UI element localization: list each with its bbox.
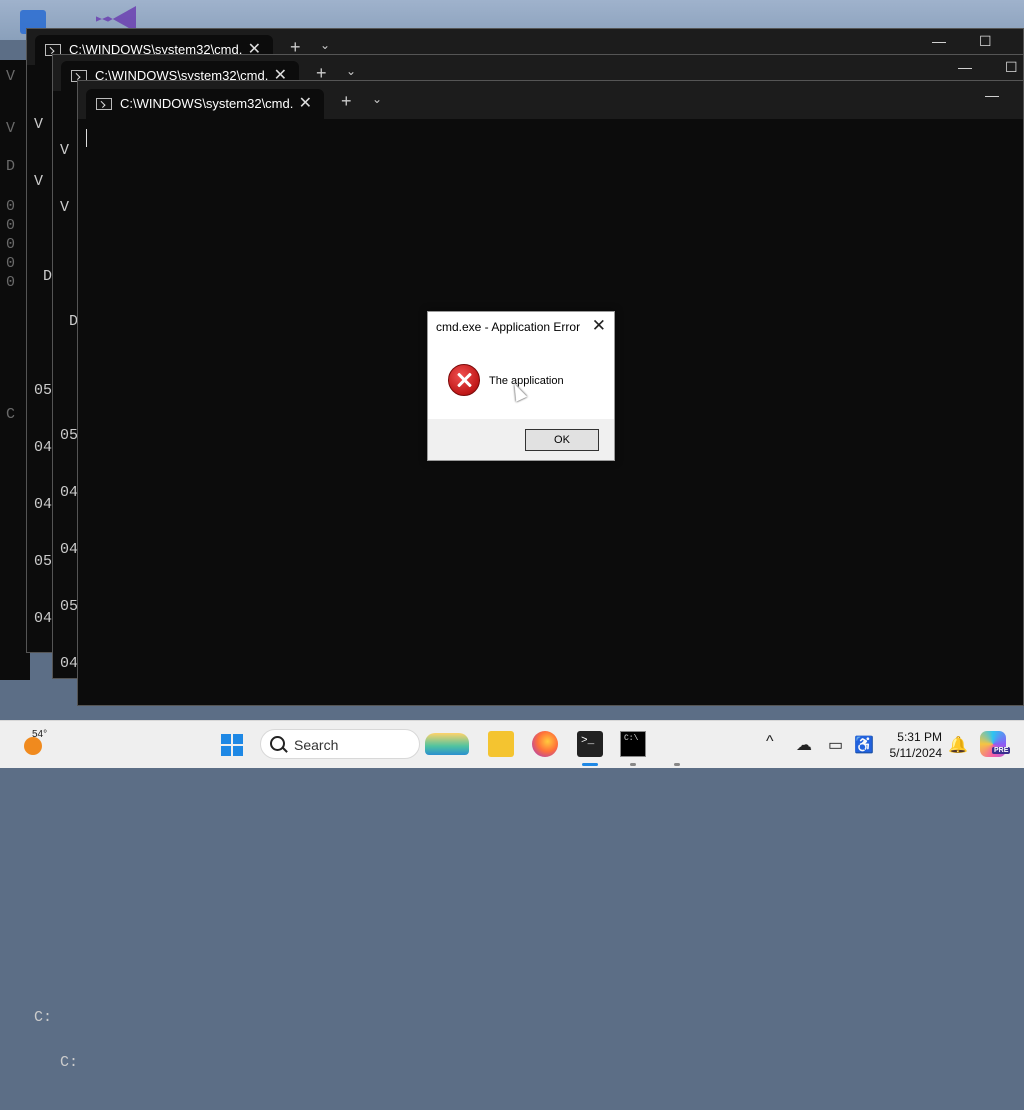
clock-time[interactable]: 5:31 PM xyxy=(882,730,942,744)
minimize-button[interactable]: — xyxy=(958,59,972,75)
terminal-tab[interactable]: C:\WINDOWS\system32\cmd. ✕ xyxy=(86,89,324,119)
start-icon[interactable] xyxy=(221,734,243,756)
search-input[interactable]: Search xyxy=(260,729,420,759)
chevron-down-icon[interactable]: ⌄ xyxy=(320,38,330,52)
new-tab-button[interactable]: + xyxy=(341,91,352,112)
taskbar: 54° Search ^ ☁ ▭ ♿ 5:31 PM 5/11/2024 🔔 P… xyxy=(0,720,1024,768)
minimize-button[interactable]: — xyxy=(985,87,999,103)
terminal-prompt: C: xyxy=(60,1054,79,1071)
strip-line: 0 xyxy=(6,198,16,215)
active-app-indicator xyxy=(582,763,598,766)
search-icon xyxy=(270,736,285,751)
strip-line: V xyxy=(6,120,16,137)
cmd-tab-icon xyxy=(96,98,112,110)
running-app-indicator xyxy=(674,763,680,766)
strip-line: 0 xyxy=(6,236,16,253)
error-message: The application xyxy=(489,375,564,387)
clock-date[interactable]: 5/11/2024 xyxy=(872,746,943,760)
minimize-button[interactable]: — xyxy=(932,33,946,49)
title-bar[interactable]: C:\WINDOWS\system32\cmd. ✕ + ⌄ — xyxy=(78,81,1023,119)
error-icon xyxy=(448,364,480,396)
file-explorer-icon[interactable] xyxy=(488,731,514,757)
chevron-up-icon[interactable]: ^ xyxy=(766,733,774,751)
maximize-button[interactable]: ☐ xyxy=(979,33,992,50)
strip-line: D xyxy=(6,158,16,175)
running-app-indicator xyxy=(630,763,636,766)
strip-line: 0 xyxy=(6,217,16,234)
tab-title: C:\WINDOWS\system32\cmd. xyxy=(120,96,294,111)
firefox-icon[interactable] xyxy=(532,731,558,757)
search-label: Search xyxy=(294,737,339,753)
accessibility-icon[interactable]: ♿ xyxy=(854,735,874,755)
chevron-down-icon[interactable]: ⌄ xyxy=(346,64,356,78)
close-tab-button[interactable]: ✕ xyxy=(299,93,312,113)
display-icon[interactable]: ▭ xyxy=(828,735,843,755)
chevron-down-icon[interactable]: ⌄ xyxy=(372,92,382,106)
cmd-icon[interactable] xyxy=(620,731,646,757)
dialog-title-bar[interactable]: cmd.exe - Application Error ✕ xyxy=(428,312,614,342)
ok-button[interactable]: OK xyxy=(525,429,599,451)
strip-line: 0 xyxy=(6,274,16,291)
copilot-badge: PRE xyxy=(992,747,1011,754)
maximize-button[interactable]: ☐ xyxy=(1005,59,1018,76)
search-highlight-icon[interactable] xyxy=(425,733,469,755)
weather-temperature[interactable]: 54° xyxy=(32,729,47,740)
dialog-title: cmd.exe - Application Error xyxy=(436,320,581,334)
strip-line: C xyxy=(6,406,16,423)
text-cursor xyxy=(86,129,87,147)
dialog-body: The application xyxy=(428,342,614,419)
strip-line: 0 xyxy=(6,255,16,272)
cloud-off-icon[interactable]: ☁ xyxy=(796,735,812,755)
terminal-icon[interactable] xyxy=(577,731,603,757)
strip-line: V xyxy=(6,68,16,85)
dialog-close-button[interactable]: ✕ xyxy=(592,316,606,336)
bell-icon[interactable]: 🔔 xyxy=(948,735,968,755)
